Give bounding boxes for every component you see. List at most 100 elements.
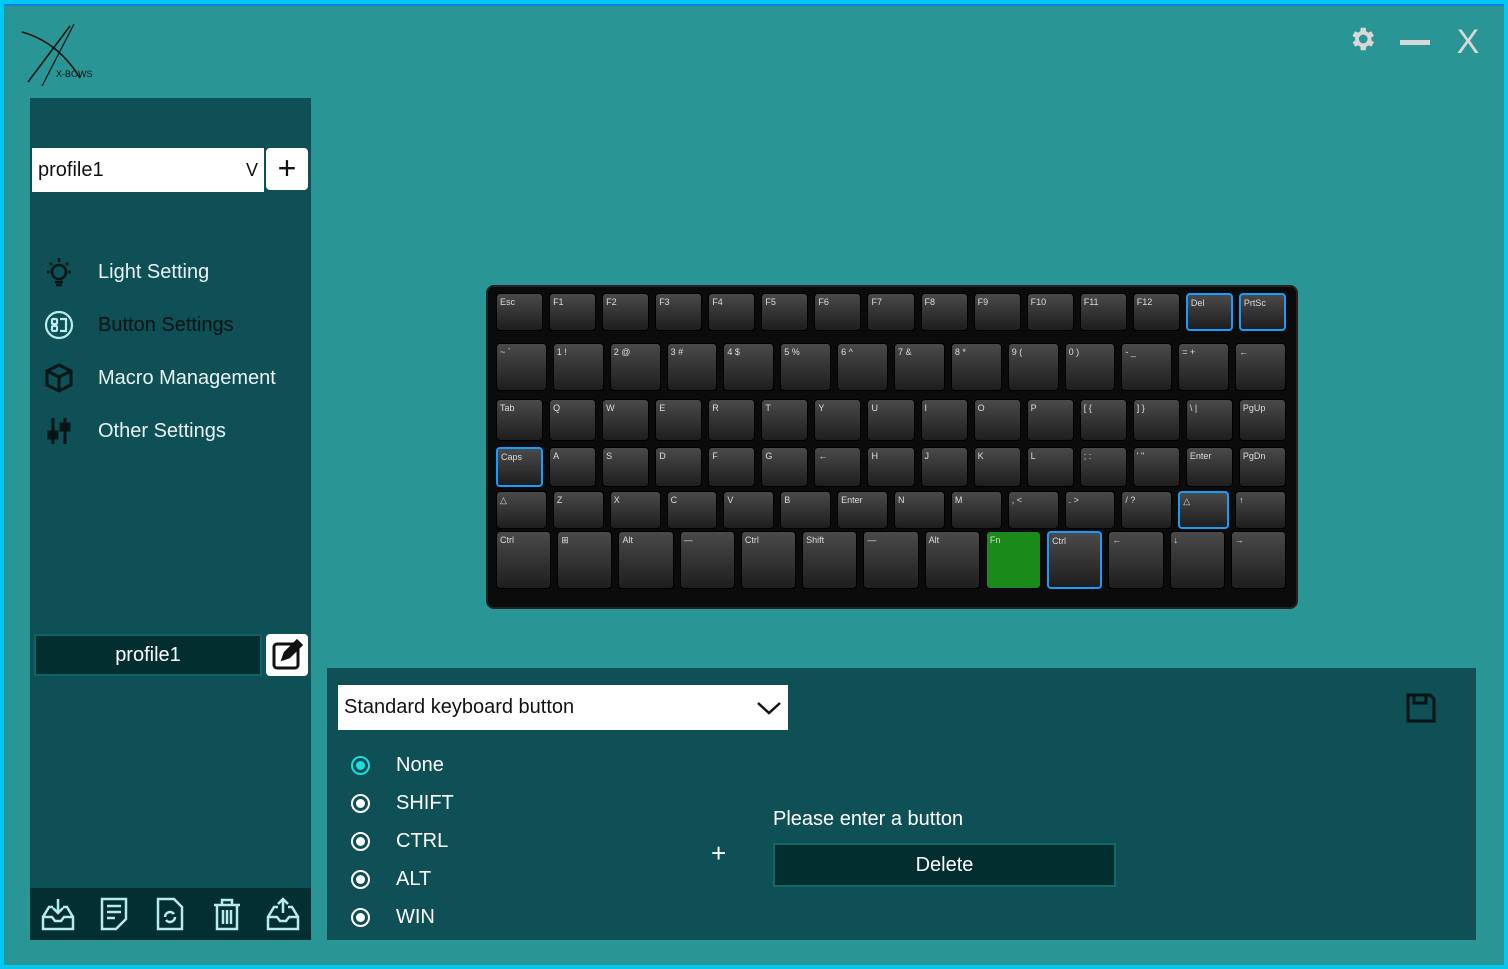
key[interactable]: F6: [814, 293, 862, 331]
key[interactable]: E: [655, 399, 703, 441]
profile-dropdown[interactable]: profile1 V: [32, 148, 264, 192]
export-icon[interactable]: [265, 896, 301, 932]
key[interactable]: 8 *: [950, 343, 1002, 391]
key[interactable]: C: [666, 491, 718, 529]
key[interactable]: ' ": [1132, 447, 1180, 487]
key[interactable]: L: [1026, 447, 1074, 487]
key[interactable]: F9: [973, 293, 1021, 331]
key[interactable]: N: [894, 491, 945, 529]
key[interactable]: F10: [1026, 293, 1074, 331]
key[interactable]: Enter: [837, 491, 888, 529]
key[interactable]: Alt: [924, 531, 980, 589]
key[interactable]: 6 ^: [837, 343, 888, 391]
key[interactable]: Q: [549, 399, 597, 441]
key[interactable]: Esc: [496, 293, 544, 331]
key[interactable]: 1 !: [552, 343, 604, 391]
key[interactable]: P: [1026, 399, 1074, 441]
edit-profile-button[interactable]: [266, 634, 308, 676]
add-profile-button[interactable]: +: [266, 148, 308, 190]
key[interactable]: ←: [1235, 343, 1286, 391]
key[interactable]: ←: [1108, 531, 1164, 589]
key[interactable]: —: [679, 531, 735, 589]
key[interactable]: Y: [814, 399, 862, 441]
key[interactable]: D: [655, 447, 703, 487]
key[interactable]: ⊞: [557, 531, 613, 589]
import-icon[interactable]: [40, 896, 76, 932]
key[interactable]: Enter: [1185, 447, 1233, 487]
minimize-button[interactable]: [1397, 24, 1433, 60]
sidebar-item-other-settings[interactable]: Other Settings: [42, 411, 226, 451]
key[interactable]: K: [973, 447, 1021, 487]
key[interactable]: G: [761, 447, 809, 487]
modifier-radio-alt[interactable]: ALT: [351, 864, 431, 894]
current-profile-name[interactable]: profile1: [34, 634, 262, 676]
key[interactable]: V: [723, 491, 775, 529]
key[interactable]: Z: [552, 491, 604, 529]
key[interactable]: Shift: [802, 531, 858, 589]
key-type-dropdown[interactable]: Standard keyboard button: [338, 685, 788, 730]
key[interactable]: PgUp: [1238, 399, 1286, 441]
key[interactable]: B: [780, 491, 832, 529]
key[interactable]: ] }: [1132, 399, 1180, 441]
key[interactable]: 7 &: [894, 343, 945, 391]
key[interactable]: R: [708, 399, 756, 441]
key[interactable]: T: [761, 399, 809, 441]
key[interactable]: PgDn: [1238, 447, 1286, 487]
key[interactable]: F3: [655, 293, 703, 331]
key[interactable]: = +: [1178, 343, 1230, 391]
key[interactable]: ↑: [1235, 491, 1286, 529]
key[interactable]: W: [602, 399, 650, 441]
modifier-radio-shift[interactable]: SHIFT: [351, 788, 454, 818]
key[interactable]: , <: [1007, 491, 1059, 529]
sidebar-item-light-setting[interactable]: Light Setting: [42, 252, 209, 292]
key[interactable]: ~ `: [496, 343, 547, 391]
key[interactable]: Alt: [618, 531, 674, 589]
key[interactable]: Ctrl: [740, 531, 797, 589]
key[interactable]: M: [950, 491, 1002, 529]
key[interactable]: O: [973, 399, 1021, 441]
key[interactable]: ; :: [1079, 447, 1127, 487]
key[interactable]: △: [496, 491, 547, 529]
key[interactable]: ←: [814, 447, 862, 487]
modifier-radio-win[interactable]: WIN: [351, 902, 435, 932]
key[interactable]: X: [609, 491, 661, 529]
key[interactable]: Fn: [985, 531, 1042, 589]
notes-icon[interactable]: [96, 896, 132, 932]
sidebar-item-button-settings[interactable]: Button Settings: [42, 305, 234, 345]
key[interactable]: S: [602, 447, 650, 487]
key[interactable]: 4 $: [723, 343, 775, 391]
key[interactable]: →: [1230, 531, 1286, 589]
key[interactable]: F4: [708, 293, 756, 331]
reset-file-icon[interactable]: [152, 896, 188, 932]
key[interactable]: △: [1178, 491, 1230, 529]
key[interactable]: 5 %: [780, 343, 832, 391]
key[interactable]: - _: [1121, 343, 1173, 391]
floppy-disk-icon[interactable]: [1405, 692, 1437, 724]
key[interactable]: F: [708, 447, 756, 487]
settings-button[interactable]: [1344, 24, 1380, 60]
key[interactable]: Ctrl: [496, 531, 552, 589]
key[interactable]: H: [867, 447, 915, 487]
modifier-radio-ctrl[interactable]: CTRL: [351, 826, 448, 856]
key[interactable]: F2: [602, 293, 650, 331]
key[interactable]: 3 #: [666, 343, 718, 391]
key[interactable]: [ {: [1079, 399, 1127, 441]
key[interactable]: 2 @: [609, 343, 661, 391]
key[interactable]: J: [920, 447, 968, 487]
key[interactable]: \ |: [1185, 399, 1233, 441]
key[interactable]: I: [920, 399, 968, 441]
key[interactable]: F11: [1079, 293, 1127, 331]
key[interactable]: PrtSc: [1238, 293, 1286, 331]
key[interactable]: Ctrl: [1047, 531, 1103, 589]
key[interactable]: . >: [1064, 491, 1116, 529]
key[interactable]: Del: [1185, 293, 1233, 331]
key[interactable]: F8: [920, 293, 968, 331]
key[interactable]: 9 (: [1007, 343, 1059, 391]
key[interactable]: Tab: [496, 399, 544, 441]
close-button[interactable]: X: [1450, 24, 1486, 60]
delete-button[interactable]: Delete: [773, 843, 1116, 887]
key[interactable]: ↓: [1169, 531, 1225, 589]
key[interactable]: U: [867, 399, 915, 441]
key[interactable]: F12: [1132, 293, 1180, 331]
key[interactable]: F7: [867, 293, 915, 331]
